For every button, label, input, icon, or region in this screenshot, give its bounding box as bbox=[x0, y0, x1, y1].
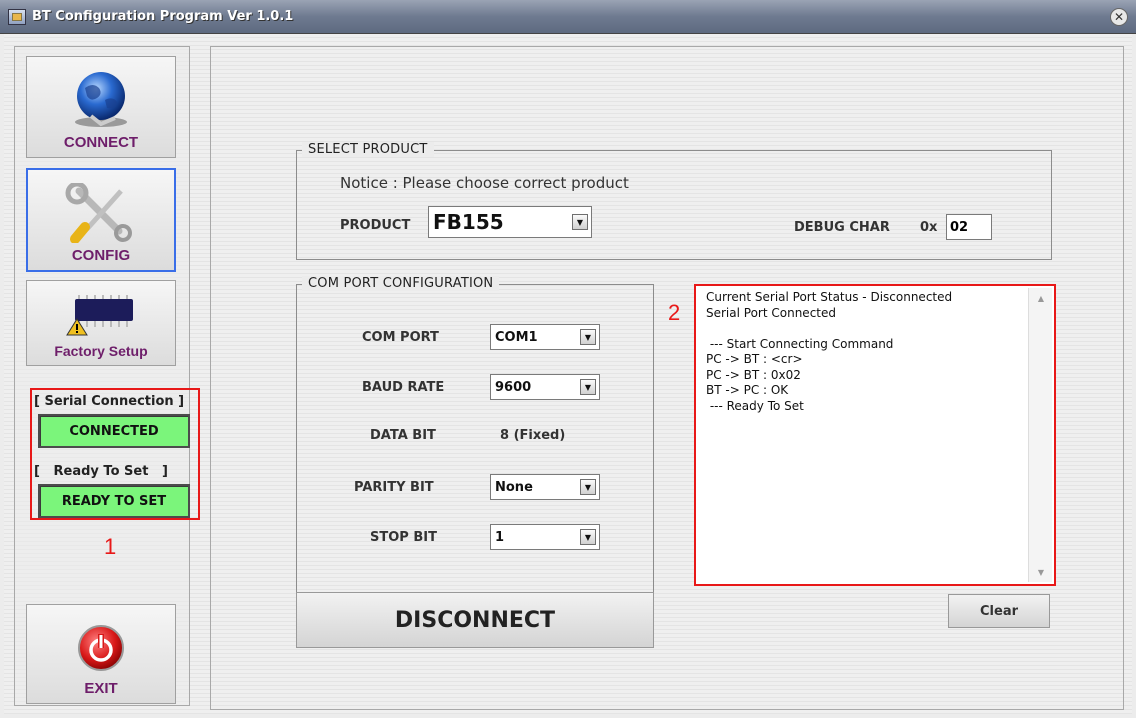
baud-rate-value: 9600 bbox=[495, 379, 532, 395]
exit-label: EXIT bbox=[84, 680, 118, 697]
baud-rate-select[interactable]: 9600 ▼ bbox=[490, 374, 600, 400]
app-icon bbox=[8, 8, 26, 25]
serial-connection-caption: [ Serial Connection ] bbox=[34, 394, 185, 409]
debug-prefix: 0x bbox=[920, 220, 938, 235]
annotation-2: 2 bbox=[668, 300, 681, 325]
window-title: BT Configuration Program Ver 1.0.1 bbox=[32, 9, 294, 24]
config-label: CONFIG bbox=[71, 247, 131, 264]
stop-bit-value: 1 bbox=[495, 529, 505, 545]
globe-connect-icon bbox=[75, 72, 127, 127]
data-bit-value: 8 (Fixed) bbox=[500, 428, 566, 443]
title-bar: BT Configuration Program Ver 1.0.1 ✕ bbox=[0, 0, 1136, 34]
disconnect-label: DISCONNECT bbox=[394, 607, 556, 633]
connect-label: CONNECT bbox=[63, 134, 139, 151]
ready-status-text: READY TO SET bbox=[61, 493, 167, 509]
com-port-select[interactable]: COM1 ▼ bbox=[490, 324, 600, 350]
stop-bit-select[interactable]: 1 ▼ bbox=[490, 524, 600, 550]
product-label: PRODUCT bbox=[340, 218, 411, 233]
log-scrollbar[interactable]: ▲ ▼ bbox=[1028, 288, 1052, 582]
chevron-down-icon[interactable]: ▼ bbox=[580, 479, 596, 495]
exit-button[interactable]: EXIT bbox=[26, 604, 176, 704]
serial-log-panel: Current Serial Port Status - Disconnecte… bbox=[694, 284, 1056, 586]
product-select[interactable]: FB155 ▼ bbox=[428, 206, 592, 238]
select-product-legend: SELECT PRODUCT bbox=[302, 142, 434, 157]
scroll-up-icon[interactable]: ▲ bbox=[1032, 290, 1050, 306]
config-button[interactable]: CONFIG bbox=[26, 168, 176, 272]
parity-bit-select[interactable]: None ▼ bbox=[490, 474, 600, 500]
factory-setup-label: Factory Setup bbox=[54, 343, 148, 359]
tools-config-icon bbox=[65, 183, 132, 243]
ready-caption: [ Ready To Set ] bbox=[34, 464, 168, 479]
serial-status-text: CONNECTED bbox=[69, 423, 159, 439]
product-notice: Notice : Please choose correct product bbox=[340, 174, 629, 192]
data-bit-label: DATA BIT bbox=[370, 428, 436, 443]
select-product-group bbox=[296, 150, 1052, 260]
chip-warning-icon bbox=[66, 295, 133, 336]
clear-label: Clear bbox=[980, 603, 1018, 619]
baud-rate-label: BAUD RATE bbox=[362, 380, 445, 395]
debug-char-input[interactable]: 02 bbox=[946, 214, 992, 240]
product-value: FB155 bbox=[433, 210, 504, 234]
connect-button[interactable]: CONNECT bbox=[26, 56, 176, 158]
debug-char-value: 02 bbox=[950, 219, 969, 235]
parity-bit-value: None bbox=[495, 479, 533, 495]
debug-char-label: DEBUG CHAR bbox=[794, 220, 890, 235]
com-port-label: COM PORT bbox=[362, 330, 439, 345]
factory-setup-button[interactable]: Factory Setup bbox=[26, 280, 176, 366]
serial-log-text[interactable]: Current Serial Port Status - Disconnecte… bbox=[700, 288, 1024, 580]
chevron-down-icon[interactable]: ▼ bbox=[580, 379, 596, 395]
com-port-value: COM1 bbox=[495, 329, 538, 345]
com-config-legend: COM PORT CONFIGURATION bbox=[302, 276, 500, 291]
chevron-down-icon[interactable]: ▼ bbox=[580, 529, 596, 545]
scroll-down-icon[interactable]: ▼ bbox=[1032, 564, 1050, 580]
app-window: CONNECT CONFIG Factory Setup [Serial Co… bbox=[4, 34, 1132, 714]
disconnect-button[interactable]: DISCONNECT bbox=[296, 592, 654, 648]
annotation-1: 1 bbox=[104, 534, 117, 559]
com-config-group bbox=[296, 284, 654, 614]
ready-status-indicator: READY TO SET bbox=[38, 484, 190, 518]
parity-bit-label: PARITY BIT bbox=[354, 480, 434, 495]
clear-button[interactable]: Clear bbox=[948, 594, 1050, 628]
stop-bit-label: STOP BIT bbox=[370, 530, 437, 545]
close-button[interactable]: ✕ bbox=[1110, 8, 1128, 26]
serial-status-indicator: CONNECTED bbox=[38, 414, 190, 448]
chevron-down-icon[interactable]: ▼ bbox=[580, 329, 596, 345]
chevron-down-icon[interactable]: ▼ bbox=[572, 214, 588, 230]
power-exit-icon bbox=[78, 625, 124, 671]
